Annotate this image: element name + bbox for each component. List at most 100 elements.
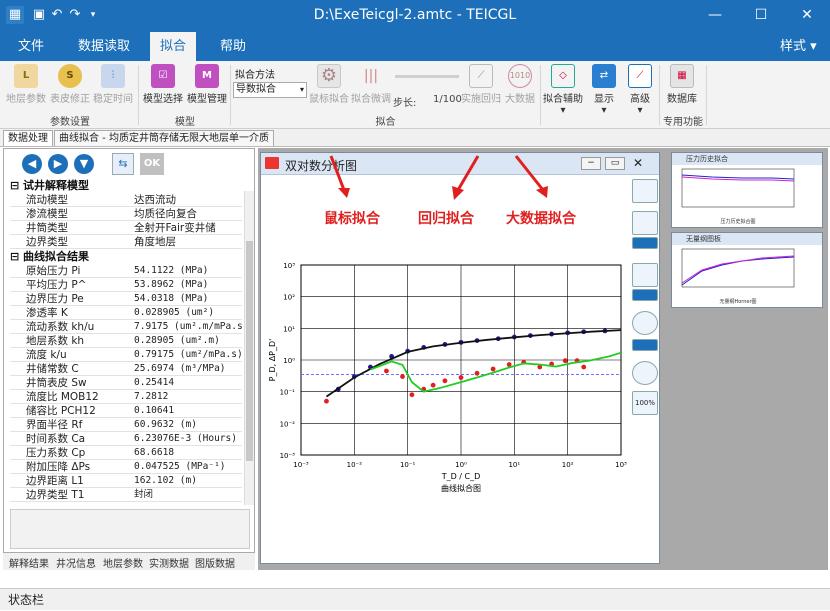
table-row[interactable]: 压力系数 Cp 68.6618 — [10, 446, 242, 460]
tab-well-info[interactable]: 井况信息 — [56, 555, 96, 570]
thumb-caption: 压力历史拟合图 — [720, 218, 755, 225]
maximize-button[interactable]: ☐ — [738, 0, 784, 30]
vertical-scrollbar[interactable] — [244, 191, 254, 505]
formation-params-label: 地层参数 — [6, 94, 46, 105]
table-row[interactable]: 井储常数 C 25.6974 (m³/MPa) — [10, 362, 242, 376]
regression-button[interactable]: ⟋ 实施回归 — [460, 64, 502, 105]
data-point-2 — [581, 364, 587, 370]
table-row[interactable]: 渗透率 K 0.028905 (um²) — [10, 306, 242, 320]
stable-time-button[interactable]: ⫶ 稳定时间 — [93, 64, 133, 105]
fine-tune-icon: ||| — [363, 68, 379, 84]
chevron-down-icon[interactable] — [632, 289, 658, 301]
minimize-button[interactable]: — — [692, 0, 738, 30]
x-tick-label: 10⁰ — [455, 461, 467, 469]
fit-assist-icon: ◇ — [551, 64, 575, 88]
forward-icon[interactable]: ▶ — [48, 154, 68, 174]
table-row[interactable]: 渗流模型 均质径向复合 — [10, 207, 242, 221]
fit-method-select[interactable]: 导数拟合 ▾ — [233, 82, 307, 98]
table-row[interactable]: 流动系数 kh/u 7.9175 (um².m/mPa.s — [10, 320, 243, 334]
formation-params-button[interactable]: L 地层参数 — [6, 64, 46, 105]
annotation-big-data: 大数据拟合 — [506, 211, 576, 227]
chart-caption: 曲线拟合图 — [441, 483, 481, 493]
menu-tab-file[interactable]: 文件 — [8, 32, 54, 61]
fit-assist-button[interactable]: ◇ 拟合辅助 ▾ — [543, 64, 583, 116]
tab-chart-data[interactable]: 图版数据 — [195, 555, 235, 570]
menu-tab-help[interactable]: 帮助 — [210, 32, 256, 61]
arrow-mouse-fit — [329, 155, 346, 191]
menu-tab-fit[interactable]: 拟合 — [150, 32, 197, 61]
fine-tune-button[interactable]: ||| 拟合微调 — [350, 64, 392, 105]
row-value: 达西流动 — [134, 194, 176, 206]
big-data-button[interactable]: 1010 大数据 — [502, 64, 538, 105]
style-menu[interactable]: 样式 ▾ — [770, 32, 827, 61]
row-value: 6.23076E-3 (Hours) — [134, 433, 237, 444]
chevron-down-icon: ▾ — [601, 105, 607, 116]
horner-mini-chart: 无量纲Horner图 — [681, 248, 795, 305]
step-slider[interactable] — [395, 75, 459, 78]
formation-params-icon: L — [14, 64, 38, 88]
y-tick-label: 10⁻² — [280, 420, 296, 428]
group-title: 曲线拟合结果 — [23, 250, 90, 263]
collapse-icon: ⊟ — [10, 250, 24, 263]
zoom-out-icon[interactable] — [632, 361, 658, 385]
display-button[interactable]: ⇄ 显示 ▾ — [588, 64, 620, 116]
skin-correction-icon: S — [58, 64, 82, 88]
table-row[interactable]: 流动模型 达西流动 — [10, 193, 242, 207]
tab-curve-fit[interactable]: 曲线拟合 - 均质定井筒存储无限大地层单一介质 — [54, 130, 274, 146]
table-row[interactable]: 流度比 MOB12 7.2812 — [10, 390, 242, 404]
database-button[interactable]: ▦ 数据库 — [664, 64, 700, 105]
row-key: 流度比 MOB12 — [26, 391, 99, 403]
export-icon[interactable]: ⇆ — [112, 153, 134, 175]
back-icon[interactable]: ◀ — [22, 154, 42, 174]
annotation-regression: 回归拟合 — [418, 211, 474, 227]
tab-formation-params[interactable]: 地层参数 — [103, 555, 143, 570]
table-row[interactable]: 井筒表皮 Sw 0.25414 — [10, 376, 242, 390]
menu-tab-data-read[interactable]: 数据读取 — [68, 32, 140, 61]
zoom-reset-icon[interactable]: 100% — [632, 391, 658, 415]
tab-data-processing[interactable]: 数据处理 — [3, 130, 53, 146]
chevron-down-icon[interactable] — [632, 339, 658, 351]
table-row[interactable]: 原始压力 Pi 54.1122 (MPa) — [10, 264, 242, 278]
table-row[interactable]: 平均压力 P^ 53.8962 (MPa) — [10, 278, 242, 292]
tab-measured-data[interactable]: 实测数据 — [149, 555, 189, 570]
table-row[interactable]: 储容比 PCH12 0.10641 — [10, 404, 242, 418]
table-row[interactable]: 边界类型 角度地层 — [10, 235, 242, 249]
note-area[interactable] — [10, 509, 250, 549]
scroll-thumb[interactable] — [246, 241, 253, 461]
dimensionless-window[interactable]: 无量纲图板 无量纲Horner图 — [671, 232, 823, 308]
thumb-caption: 无量纲Horner图 — [719, 298, 756, 305]
table-row[interactable]: 地层系数 kh 0.28905 (um².m) — [10, 334, 242, 348]
table-row[interactable]: 流度 k/u 0.79175 (um²/mPa.s) — [10, 348, 243, 362]
display-icon: ⇄ — [592, 64, 616, 88]
advanced-button[interactable]: ⟋ 高级 ▾ — [624, 64, 656, 116]
regression-icon: ⟋ — [469, 64, 493, 88]
ribbon-separator — [230, 65, 231, 125]
zoom-in-icon[interactable] — [632, 311, 658, 335]
collapse-icon: ⊟ — [10, 179, 24, 192]
table-row[interactable]: 附加压降 ΔPs 0.047525 (MPa⁻¹) — [10, 460, 242, 474]
table-row[interactable]: 界面半径 Rf 60.9632 (m) — [10, 418, 242, 432]
tab-results[interactable]: 解释结果 — [9, 555, 49, 570]
ok-button[interactable]: OK — [140, 153, 164, 175]
table-row[interactable]: 边界类型 T1 封闭 — [10, 488, 242, 502]
model-select-button[interactable]: ☑ 模型选择 — [142, 64, 184, 105]
table-row[interactable]: 边界距离 L1 162.102 (m) — [10, 474, 242, 488]
regression-label: 实施回归 — [461, 94, 501, 105]
advanced-label: 高级 — [630, 94, 650, 105]
row-key: 渗流模型 — [26, 208, 68, 220]
row-value: 54.0318 (MPa) — [134, 293, 209, 304]
table-row[interactable]: 井筒类型 全射开Fair变井储 — [10, 221, 242, 235]
mouse-fit-button[interactable]: ⚙ 鼠标拟合 — [308, 64, 350, 105]
table-row[interactable]: 边界压力 Pe 54.0318 (MPa) — [10, 292, 242, 306]
pressure-history-window[interactable]: 压力历史拟合 压力历史拟合图 — [671, 152, 823, 228]
thumb-title: 压力历史拟合 — [672, 153, 822, 165]
close-button[interactable]: ✕ — [784, 0, 830, 30]
dropdown-icon[interactable]: ▼ — [74, 154, 94, 174]
params-group-label: 参数设置 — [50, 117, 90, 128]
table-row[interactable]: 时间系数 Ca 6.23076E-3 (Hours) — [10, 432, 242, 446]
row-value: 0.10641 — [134, 405, 175, 416]
group-header-results[interactable]: ⊟ 曲线拟合结果 — [10, 250, 242, 264]
model-manage-button[interactable]: M 模型管理 — [186, 64, 228, 105]
skin-correction-button[interactable]: S 表皮修正 — [50, 64, 90, 105]
group-header-model[interactable]: ⊟ 试井解释模型 — [10, 179, 242, 193]
